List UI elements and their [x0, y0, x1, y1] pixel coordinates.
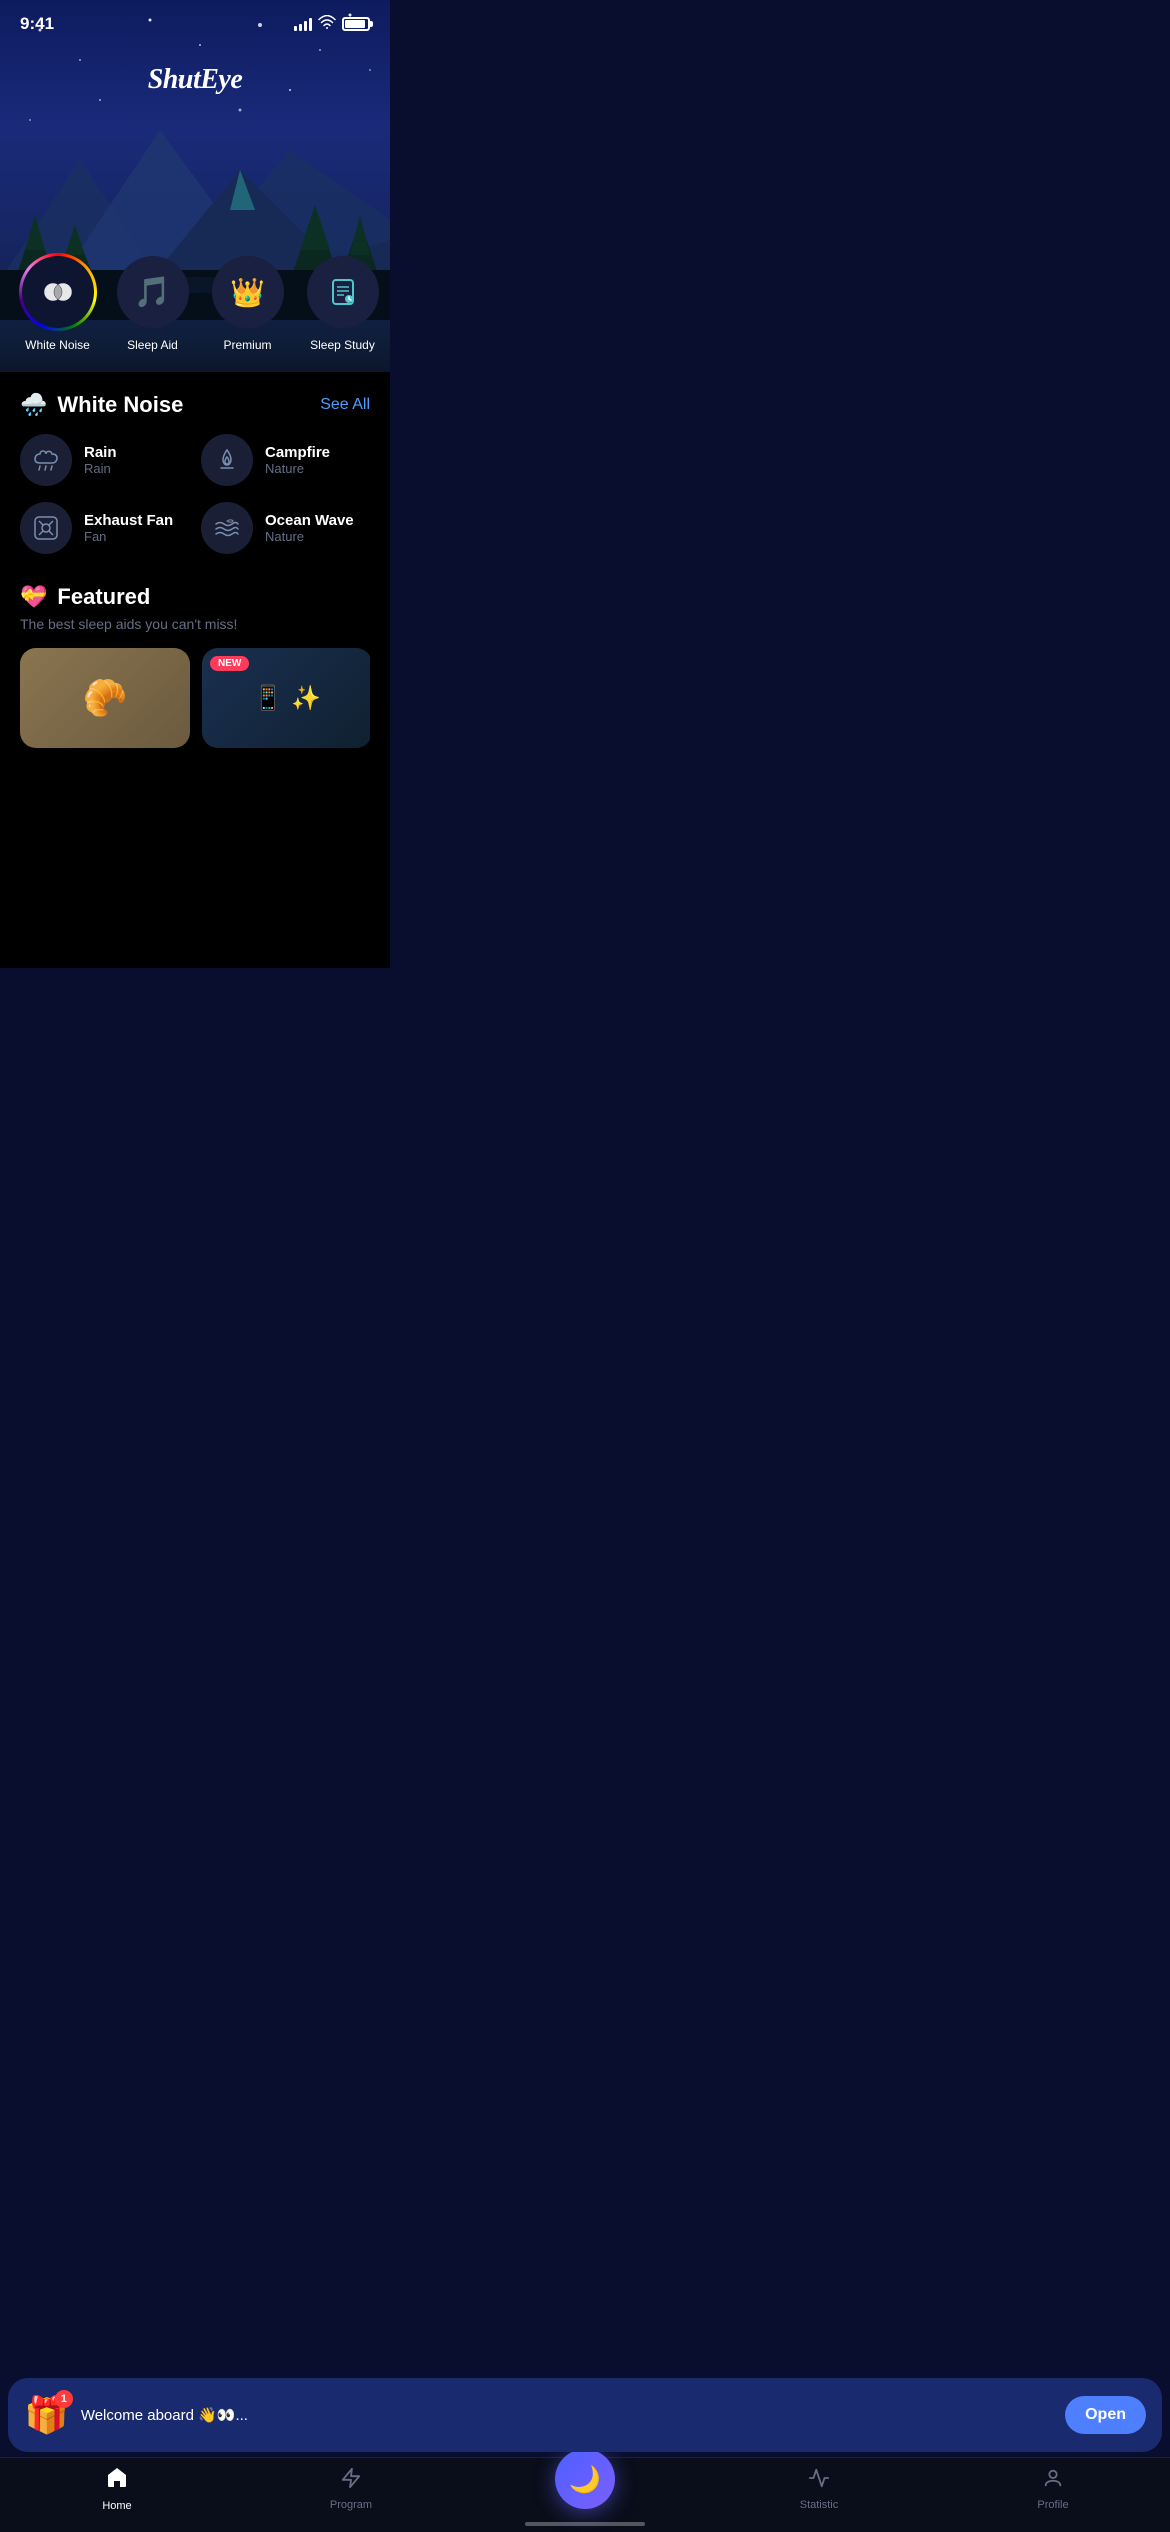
nav-item-statistic[interactable]: Statistic: [789, 2467, 849, 2511]
category-section: White Noise 🎵 Sleep Aid 👑 Premium Sleep: [0, 96, 390, 352]
app-title: ShutEye: [148, 64, 243, 95]
featured-card-1[interactable]: 🥐: [20, 648, 190, 748]
featured-title: Featured: [57, 584, 150, 610]
status-time: 9:41: [20, 14, 54, 34]
main-content: 🌧️ White Noise See All Rain Rain: [0, 372, 390, 968]
app-title-section: ShutEye: [0, 44, 390, 96]
rain-name: Rain: [84, 444, 117, 461]
ocean-info: Ocean Wave Nature: [265, 512, 354, 544]
featured-card-2[interactable]: NEW 📱 ✨: [202, 648, 370, 748]
program-label: Program: [330, 2499, 372, 2511]
sleep-aid-icon-wrap: 🎵: [117, 256, 189, 328]
sound-item-fan[interactable]: Exhaust Fan Fan: [20, 502, 189, 554]
sleep-moon-icon: 🌙: [569, 2464, 601, 2495]
category-item-sleep-aid[interactable]: 🎵 Sleep Aid: [115, 256, 190, 352]
wifi-icon: [318, 15, 336, 34]
see-all-button[interactable]: See All: [320, 396, 370, 414]
home-icon: [105, 2466, 129, 2496]
category-label-sleep-study: Sleep Study: [310, 338, 375, 352]
ocean-icon-wrap: [201, 502, 253, 554]
white-noise-section: 🌧️ White Noise See All Rain Rain: [0, 392, 390, 554]
battery-icon: [342, 17, 370, 31]
status-icons: [294, 15, 370, 34]
featured-header: 💝 Featured: [20, 584, 370, 610]
category-label-sleep-aid: Sleep Aid: [127, 338, 178, 352]
home-label: Home: [102, 2500, 131, 2512]
statistic-label: Statistic: [800, 2499, 839, 2511]
sleep-study-icon: [328, 277, 358, 307]
sound-item-ocean[interactable]: Ocean Wave Nature: [201, 502, 370, 554]
fan-icon-wrap: [20, 502, 72, 554]
statistic-icon: [808, 2467, 830, 2495]
notification-banner: 🎁 1 Welcome aboard 👋👀... Open: [8, 2378, 1162, 2452]
featured-emoji: 💝: [20, 584, 47, 610]
campfire-icon-wrap: [201, 434, 253, 486]
new-badge: NEW: [210, 656, 249, 671]
rain-type: Rain: [84, 461, 117, 476]
notification-badge: 1: [55, 2390, 73, 2408]
white-noise-header: 🌧️ White Noise See All: [0, 392, 390, 434]
bottom-nav: Home Program 🌙 Statistic Profile: [0, 2457, 1170, 2532]
white-noise-emoji: 🌧️: [20, 392, 47, 418]
sleep-study-icon-wrap: [307, 256, 379, 328]
nav-item-program[interactable]: Program: [321, 2467, 381, 2511]
white-noise-icon: [40, 274, 76, 310]
category-item-premium[interactable]: 👑 Premium: [210, 256, 285, 352]
nav-item-home[interactable]: Home: [87, 2466, 147, 2512]
featured-cards: 🥐 NEW 📱 ✨: [20, 648, 370, 748]
sound-grid: Rain Rain Campfire Nature: [0, 434, 390, 554]
rain-icon: [32, 446, 60, 474]
rain-info: Rain Rain: [84, 444, 117, 476]
notification-icon-wrap: 🎁 1: [24, 2394, 69, 2436]
profile-icon: [1042, 2467, 1064, 2495]
ocean-type: Nature: [265, 529, 354, 544]
campfire-type: Nature: [265, 461, 330, 476]
profile-label: Profile: [1037, 2499, 1068, 2511]
nav-item-profile[interactable]: Profile: [1023, 2467, 1083, 2511]
category-item-sleep-study[interactable]: Sleep Study: [305, 256, 380, 352]
fan-icon: [32, 514, 60, 542]
signal-icon: [294, 18, 312, 31]
fan-info: Exhaust Fan Fan: [84, 512, 173, 544]
white-noise-title: White Noise: [57, 392, 183, 418]
status-bar: 9:41: [0, 0, 390, 34]
ocean-name: Ocean Wave: [265, 512, 354, 529]
notification-text: Welcome aboard 👋👀...: [81, 2406, 1053, 2424]
ocean-wave-icon: [213, 514, 241, 542]
featured-section: 💝 Featured The best sleep aids you can't…: [0, 554, 390, 748]
section-title-group: 🌧️ White Noise: [20, 392, 183, 418]
sound-item-campfire[interactable]: Campfire Nature: [201, 434, 370, 486]
category-item-white-noise[interactable]: White Noise: [20, 256, 95, 352]
program-icon: [340, 2467, 362, 2495]
fan-name: Exhaust Fan: [84, 512, 173, 529]
rain-icon-wrap: [20, 434, 72, 486]
featured-subtitle: The best sleep aids you can't miss!: [20, 616, 370, 632]
campfire-name: Campfire: [265, 444, 330, 461]
campfire-icon: [213, 446, 241, 474]
fan-type: Fan: [84, 529, 173, 544]
category-label-premium: Premium: [223, 338, 271, 352]
sound-item-rain[interactable]: Rain Rain: [20, 434, 189, 486]
category-label-white-noise: White Noise: [25, 338, 90, 352]
open-notification-button[interactable]: Open: [1065, 2396, 1146, 2434]
premium-icon-wrap: 👑: [212, 256, 284, 328]
nav-sleep-button[interactable]: 🌙: [555, 2449, 615, 2509]
campfire-info: Campfire Nature: [265, 444, 330, 476]
home-indicator: [525, 2522, 645, 2526]
